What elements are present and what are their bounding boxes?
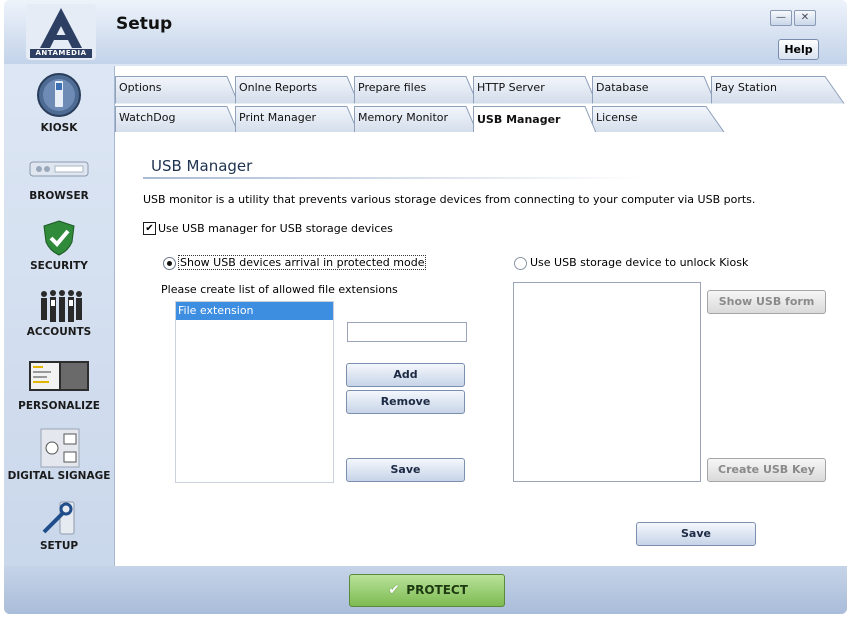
sidebar-label-security: SECURITY: [30, 260, 88, 272]
radio-unlock-kiosk-label: Use USB storage device to unlock Kiosk: [530, 256, 749, 269]
tab-database-label: Database: [596, 81, 649, 94]
sidebar-item-browser[interactable]: BROWSER: [4, 156, 114, 204]
tab-memory-monitor-label: Memory Monitor: [358, 111, 449, 124]
tab-options-label: Options: [119, 81, 162, 94]
personalize-icon: [29, 361, 89, 391]
protect-button[interactable]: ✔ PROTECT: [349, 574, 505, 607]
create-usb-key-button[interactable]: Create USB Key: [707, 458, 826, 482]
antamedia-logo: ANTAMEDIA: [26, 4, 96, 60]
heading-divider: [143, 177, 643, 179]
tab-prepare-files-label: Prepare files: [358, 81, 427, 94]
usb-description: USB monitor is a utility that prevents v…: [143, 193, 756, 206]
extensions-instruction: Please create list of allowed file exten…: [161, 283, 398, 296]
page-title: Setup: [116, 14, 173, 34]
tab-watchdog[interactable]: WatchDog: [115, 104, 239, 134]
sidebar-label-setup: SETUP: [39, 540, 79, 552]
sidebar-item-digital-signage[interactable]: DIGITAL SIGNAGE: [4, 428, 114, 488]
main-panel: Options Onlne Reports Prepare files HTTP…: [114, 66, 847, 566]
setup-window: ANTAMEDIA Setup — ✕ Help KIOSK BROWSER S…: [4, 0, 847, 614]
checkmark-icon: ✔: [388, 582, 400, 598]
add-button[interactable]: Add: [346, 363, 465, 387]
sidebar-label-browser: BROWSER: [29, 190, 89, 202]
close-icon[interactable]: ✕: [794, 10, 816, 26]
save-bottom-button[interactable]: Save: [636, 522, 756, 546]
radio-protected-mode[interactable]: [163, 257, 176, 270]
tab-options[interactable]: Options: [115, 74, 239, 104]
tab-usb-manager-label: USB Manager: [477, 113, 561, 126]
tab-onlne-reports-label: Onlne Reports: [239, 81, 318, 94]
browser-icon: [29, 161, 89, 177]
sidebar-label-kiosk: KIOSK: [40, 122, 78, 134]
remove-button[interactable]: Remove: [346, 390, 465, 414]
show-usb-form-button[interactable]: Show USB form: [707, 290, 826, 314]
tab-pay-station[interactable]: Pay Station: [711, 74, 845, 104]
file-extension-header[interactable]: File extension: [176, 302, 333, 320]
sidebar-item-personalize[interactable]: PERSONALIZE: [4, 360, 114, 418]
use-usb-manager-checkbox-box[interactable]: ✔: [143, 222, 156, 235]
usb-device-list[interactable]: [513, 282, 701, 482]
radio-protected-mode-label: Show USB devices arrival in protected mo…: [178, 255, 427, 270]
section-heading: USB Manager: [151, 157, 253, 175]
tab-watchdog-label: WatchDog: [119, 111, 176, 124]
footer-bar: ✔ PROTECT: [4, 566, 847, 614]
extension-input[interactable]: [347, 322, 467, 342]
tab-license[interactable]: License: [592, 104, 726, 134]
tab-prepare-files[interactable]: Prepare files: [354, 74, 478, 104]
protect-label: PROTECT: [406, 583, 468, 597]
sidebar-item-setup[interactable]: SETUP: [4, 498, 114, 558]
tab-database[interactable]: Database: [592, 74, 716, 104]
sidebar-label-accounts: ACCOUNTS: [26, 326, 92, 338]
sidebar-label-personalize: PERSONALIZE: [18, 400, 100, 412]
security-shield-icon: [43, 220, 75, 256]
tab-print-manager-label: Print Manager: [239, 111, 317, 124]
header-bar: ANTAMEDIA Setup — ✕ Help: [4, 0, 847, 64]
tab-pay-station-label: Pay Station: [715, 81, 777, 94]
tab-onlne-reports[interactable]: Onlne Reports: [235, 74, 359, 104]
tab-http-server-label: HTTP Server: [477, 81, 545, 94]
accounts-people-icon: [41, 290, 82, 322]
tab-memory-monitor[interactable]: Memory Monitor: [354, 104, 478, 134]
radio-unlock-kiosk[interactable]: [514, 257, 527, 270]
help-button[interactable]: Help: [778, 39, 819, 60]
tab-print-manager[interactable]: Print Manager: [235, 104, 359, 134]
tab-license-label: License: [596, 111, 638, 124]
usb-manager-panel: USB Manager USB monitor is a utility tha…: [115, 132, 847, 566]
digital-signage-icon: [40, 428, 80, 468]
sidebar: KIOSK BROWSER SECURITY ACCOUNTS PERSONAL…: [4, 64, 114, 564]
use-usb-manager-label: Use USB manager for USB storage devices: [158, 222, 393, 235]
save-extensions-button[interactable]: Save: [346, 458, 465, 482]
sidebar-label-digital-signage: DIGITAL SIGNAGE: [7, 470, 111, 482]
sidebar-item-security[interactable]: SECURITY: [4, 220, 114, 276]
file-extension-list[interactable]: File extension: [175, 301, 334, 483]
tab-http-server[interactable]: HTTP Server: [473, 74, 597, 104]
setup-tools-icon: [42, 501, 75, 535]
tab-usb-manager[interactable]: USB Manager: [473, 104, 597, 134]
kiosk-icon: [37, 73, 81, 117]
sidebar-item-accounts[interactable]: ACCOUNTS: [4, 288, 114, 344]
sidebar-item-kiosk[interactable]: KIOSK: [4, 72, 114, 138]
logo-text: ANTAMEDIA: [35, 49, 87, 57]
minimize-icon[interactable]: —: [770, 10, 792, 26]
